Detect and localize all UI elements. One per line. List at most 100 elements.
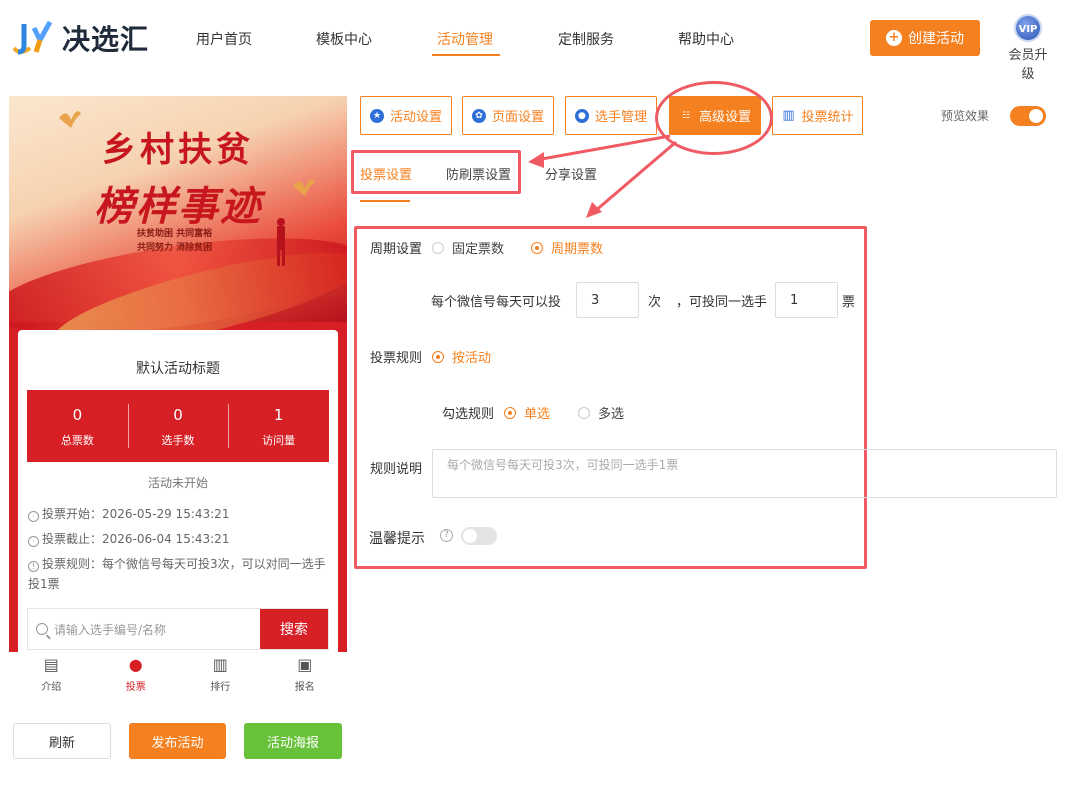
vip-upgrade[interactable]: VIP 会员升级 bbox=[1003, 14, 1053, 82]
daily-votes-unit: 次 bbox=[648, 295, 662, 310]
radio-label: 周期票数 bbox=[551, 242, 604, 257]
tip-toggle[interactable] bbox=[461, 527, 497, 545]
search-placeholder: 请输入选手编号/名称 bbox=[54, 622, 167, 637]
stat-value: 0 bbox=[173, 406, 183, 424]
nav-custom-service[interactable]: 定制服务 bbox=[558, 29, 614, 49]
user-icon: ● bbox=[128, 655, 143, 674]
search-input[interactable]: 请输入选手编号/名称 bbox=[28, 609, 260, 649]
plus-icon: + bbox=[886, 30, 902, 46]
tab-label: 介绍 bbox=[41, 682, 62, 693]
document-icon: ▤ bbox=[43, 655, 59, 674]
radio-label: 固定票数 bbox=[452, 242, 505, 257]
period-settings-label: 周期设置 bbox=[370, 242, 423, 257]
check-rule-label: 勾选规则 bbox=[442, 407, 495, 422]
vote-rule-text: 投票规则：每个微信号每天可投3次，可以对同一选手投1票 bbox=[28, 557, 326, 591]
subtab-active-underline bbox=[360, 200, 410, 202]
bar-chart-icon: ▥ bbox=[782, 107, 795, 123]
tab-vote[interactable]: ● 投票 bbox=[94, 652, 179, 698]
activity-status: 活动未开始 bbox=[147, 476, 208, 490]
vote-end-info: · 投票截止：2026-06-04 15:43:21 bbox=[28, 529, 328, 549]
tip-label: 温馨提示 bbox=[369, 531, 425, 547]
stat-label: 访问量 bbox=[262, 434, 296, 447]
stat-visits: 1 访问量 bbox=[228, 390, 329, 462]
activity-card: 默认活动标题 0 总票数 0 选手数 1 访问量 活动未开始 · 投票开始：202… bbox=[18, 330, 338, 652]
tab-ranking[interactable]: ▥ 排行 bbox=[178, 652, 263, 698]
tab-intro[interactable]: ▤ 介绍 bbox=[9, 652, 94, 698]
vote-rule-label: 投票规则 bbox=[370, 351, 423, 366]
radio-checked-icon bbox=[531, 241, 543, 254]
stat-label: 选手数 bbox=[161, 434, 195, 447]
banner-subtitle-1: 扶贫助困 共同富裕 bbox=[137, 229, 213, 239]
vote-start-info: · 投票开始：2026-05-29 15:43:21 bbox=[28, 504, 328, 524]
brand-name: 决选汇 bbox=[62, 23, 150, 56]
logo-mark-icon bbox=[10, 18, 56, 58]
radio-label: 单选 bbox=[524, 407, 551, 422]
radio-single-choice[interactable]: 单选 bbox=[504, 403, 550, 422]
daily-votes-input[interactable]: 3 bbox=[576, 282, 639, 318]
info-icon: ! bbox=[28, 561, 39, 572]
radio-by-activity[interactable]: 按活动 bbox=[432, 347, 491, 366]
publish-activity-button[interactable]: 发布活动 bbox=[129, 723, 226, 759]
banner-subtitle-2: 共同努力 消除贫困 bbox=[137, 243, 213, 253]
stat-contestants: 0 选手数 bbox=[127, 390, 229, 462]
daily-votes-label: 每个微信号每天可以投 bbox=[431, 295, 562, 310]
stat-label: 总票数 bbox=[60, 434, 94, 447]
vote-rule-info: ! 投票规则：每个微信号每天可投3次，可以对同一选手投1票 bbox=[28, 554, 328, 594]
tab-label: 排行 bbox=[210, 682, 231, 693]
toolbar-label: 选手管理 bbox=[594, 110, 647, 125]
create-activity-button[interactable]: + 创建活动 bbox=[870, 20, 980, 56]
help-icon[interactable]: ? bbox=[440, 529, 453, 542]
nav-templates[interactable]: 模板中心 bbox=[316, 29, 372, 49]
signup-icon: ▣ bbox=[297, 655, 313, 674]
radio-label: 多选 bbox=[598, 407, 625, 422]
radio-fixed-votes[interactable]: 固定票数 bbox=[432, 238, 504, 257]
clock-icon: · bbox=[28, 511, 39, 522]
dove-icon bbox=[293, 179, 315, 196]
rule-description-label: 规则说明 bbox=[370, 462, 423, 477]
vote-start-text: 投票开始：2026-05-29 15:43:21 bbox=[42, 507, 230, 521]
activity-poster-button[interactable]: 活动海报 bbox=[244, 723, 342, 759]
preview-effect-label: 预览效果 bbox=[941, 109, 990, 123]
mobile-tabbar: ▤ 介绍 ● 投票 ▥ 排行 ▣ 报名 bbox=[9, 652, 347, 698]
radio-period-votes[interactable]: 周期票数 bbox=[531, 238, 603, 257]
preview-effect-toggle[interactable] bbox=[1010, 106, 1046, 126]
tab-vote-statistics[interactable]: ▥ 投票统计 bbox=[772, 96, 863, 135]
same-contestant-input[interactable]: 1 bbox=[775, 282, 838, 318]
same-contestant-label: ，可投同一选手 bbox=[676, 295, 768, 310]
stat-value: 1 bbox=[273, 406, 284, 424]
activity-title: 默认活动标题 bbox=[136, 361, 220, 377]
radio-checked-icon bbox=[504, 406, 516, 419]
toolbar-label: 投票统计 bbox=[801, 110, 854, 125]
contestant-search: 请输入选手编号/名称 搜索 bbox=[27, 608, 329, 650]
stats-bar: 0 总票数 0 选手数 1 访问量 bbox=[27, 390, 329, 462]
tab-label: 投票 bbox=[125, 682, 146, 693]
figure-icon bbox=[277, 218, 285, 266]
annotation-box-form bbox=[354, 226, 867, 569]
create-activity-label: 创建活动 bbox=[908, 31, 964, 47]
nav-activity-management[interactable]: 活动管理 bbox=[437, 29, 493, 49]
refresh-button[interactable]: 刷新 bbox=[13, 723, 111, 759]
stat-value: 0 bbox=[72, 406, 83, 424]
radio-checked-icon bbox=[432, 350, 444, 363]
ranking-icon: ▥ bbox=[212, 655, 228, 674]
tab-activity-settings[interactable]: ★ 活动设置 bbox=[360, 96, 452, 135]
search-icon bbox=[36, 623, 48, 635]
tab-signup[interactable]: ▣ 报名 bbox=[263, 652, 348, 698]
clock-icon: · bbox=[28, 536, 39, 547]
search-button[interactable]: 搜索 bbox=[260, 609, 328, 649]
vip-upgrade-label: 会员升级 bbox=[1008, 48, 1048, 82]
rule-description-textarea[interactable]: 每个微信号每天可投3次，可投同一选手1票 bbox=[432, 449, 1057, 498]
annotation-arrows bbox=[528, 134, 677, 218]
nav-active-underline bbox=[432, 54, 500, 56]
nav-help[interactable]: 帮助中心 bbox=[678, 29, 734, 49]
logo[interactable]: 决选汇 bbox=[10, 18, 149, 58]
mobile-preview: 乡村扶贫 榜样事迹 扶贫助困 共同富裕 共同努力 消除贫困 默认活动标题 0 总… bbox=[9, 96, 347, 652]
nav-home[interactable]: 用户首页 bbox=[196, 29, 252, 49]
activity-banner: 乡村扶贫 榜样事迹 扶贫助困 共同富裕 共同努力 消除贫困 bbox=[9, 96, 347, 369]
vip-icon: VIP bbox=[1014, 14, 1042, 42]
vote-end-text: 投票截止：2026-06-04 15:43:21 bbox=[42, 532, 230, 546]
same-contestant-unit: 票 bbox=[842, 295, 856, 310]
radio-icon bbox=[432, 241, 444, 254]
toolbar-label: 活动设置 bbox=[389, 110, 442, 125]
radio-multiple-choice[interactable]: 多选 bbox=[578, 403, 624, 422]
